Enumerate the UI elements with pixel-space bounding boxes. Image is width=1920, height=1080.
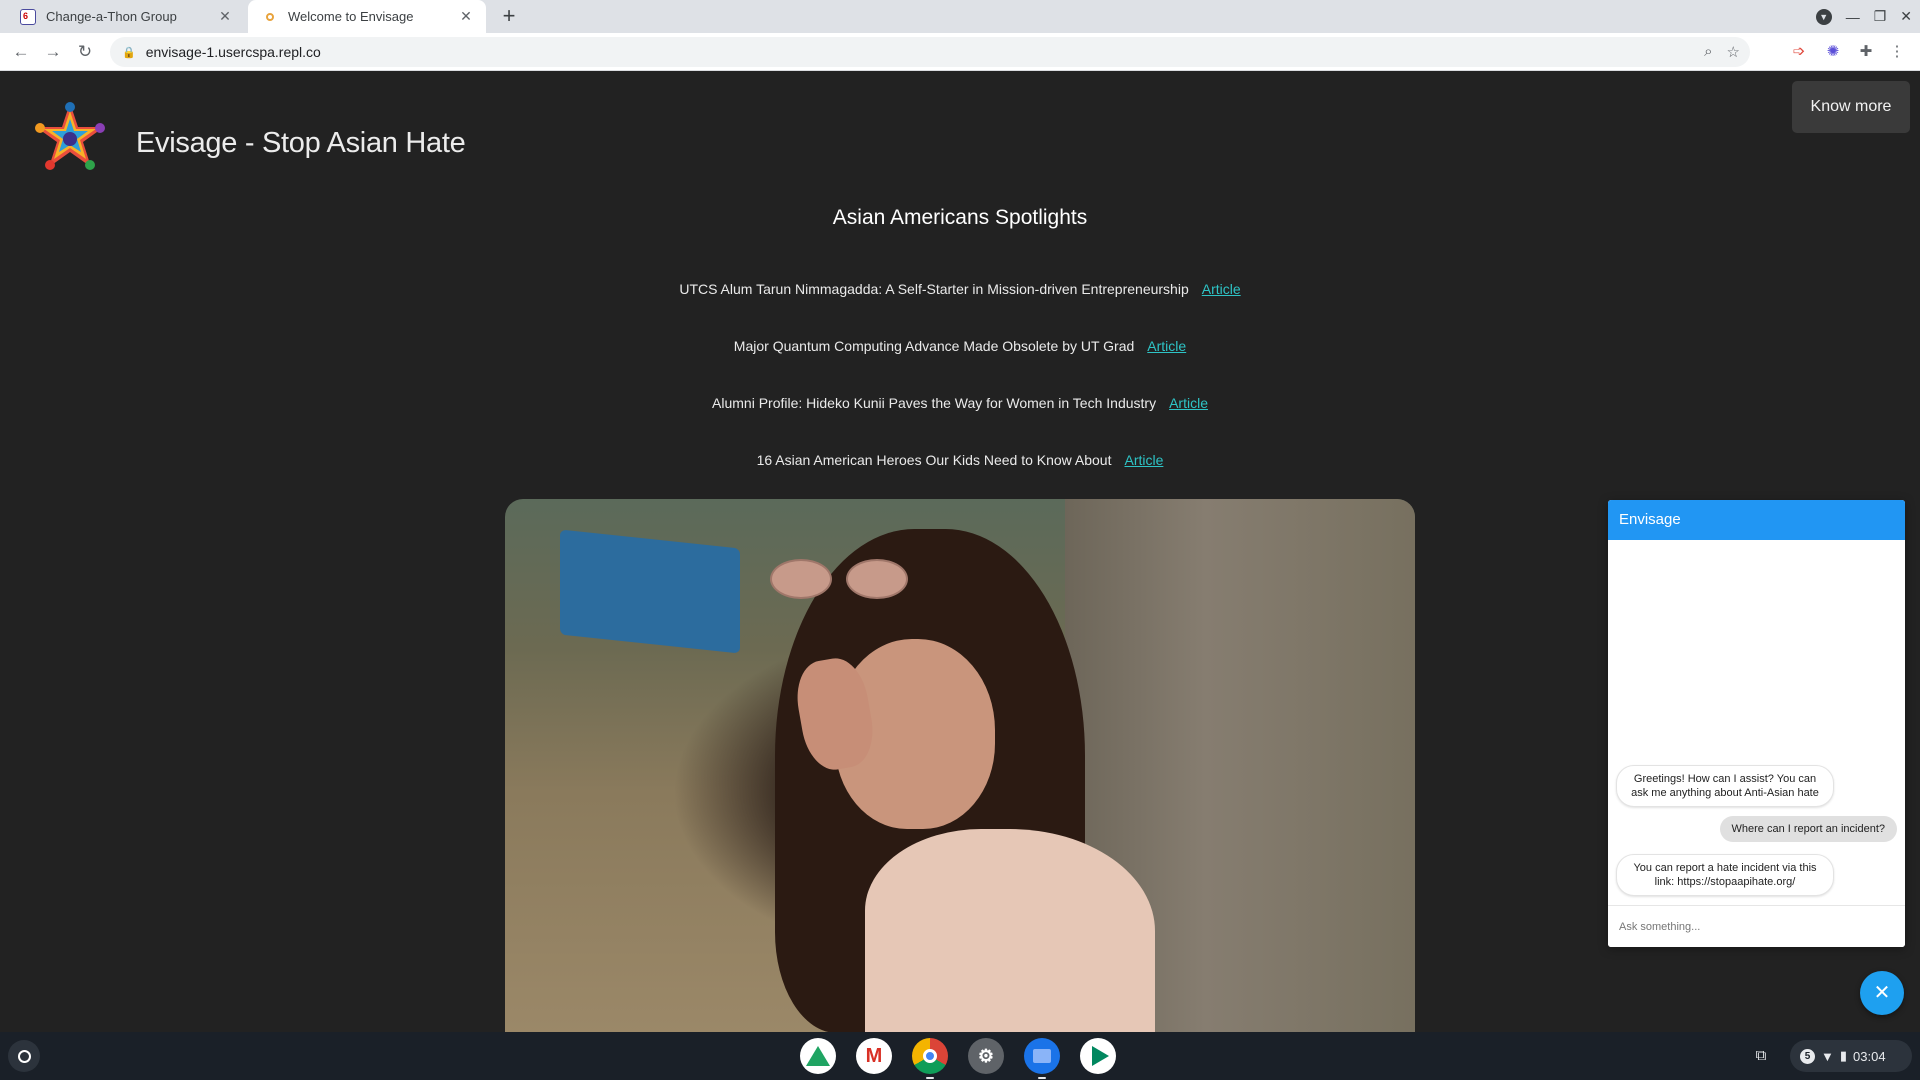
chat-input[interactable]: [1608, 905, 1905, 947]
status-tray[interactable]: 5 ▼ ▮ 03:04: [1790, 1040, 1912, 1072]
tab-title: Welcome to Envisage: [288, 9, 414, 24]
battery-icon: ▮: [1839, 1048, 1848, 1063]
drive-icon[interactable]: [800, 1038, 836, 1074]
chrome-icon[interactable]: [912, 1038, 948, 1079]
know-more-button[interactable]: Know more: [1792, 81, 1910, 133]
spotlight-title: Major Quantum Computing Advance Made Obs…: [733, 338, 1135, 354]
minimize-icon[interactable]: —: [1846, 9, 1860, 25]
restore-icon[interactable]: ❐: [1874, 8, 1887, 25]
extension-red-icon[interactable]: ➩: [1788, 41, 1810, 63]
close-tab-icon[interactable]: ✕: [213, 8, 237, 25]
spotlight-title: 16 Asian American Heroes Our Kids Need t…: [756, 452, 1112, 468]
envisage-logo: [35, 102, 105, 170]
url-text: envisage-1.usercspa.repl.co: [145, 44, 321, 60]
new-tab-button[interactable]: +: [496, 4, 522, 30]
settings-gear-icon[interactable]: ⚙: [968, 1038, 1004, 1074]
close-icon: ✕: [1873, 982, 1891, 1004]
chat-messages: Greetings! How can I assist? You can ask…: [1608, 540, 1905, 904]
lock-icon: 🔒: [122, 46, 136, 59]
list-item: UTCS Alum Tarun Nimmagadda: A Self-Start…: [0, 281, 1920, 338]
tab-title: Change-a-Thon Group: [46, 9, 177, 24]
extension-gear-icon[interactable]: ✺: [1822, 41, 1844, 63]
article-link[interactable]: Article: [1147, 338, 1186, 354]
close-window-icon[interactable]: ✕: [1900, 8, 1912, 25]
reload-icon[interactable]: ↻: [74, 41, 96, 63]
shelf-apps: M ⚙: [800, 1038, 1116, 1079]
chat-close-button[interactable]: ✕: [1860, 971, 1904, 1015]
spotlights-list: UTCS Alum Tarun Nimmagadda: A Self-Start…: [0, 281, 1920, 509]
tab-welcome-envisage[interactable]: Welcome to Envisage ✕: [248, 0, 486, 33]
spotlights-heading: Asian Americans Spotlights: [832, 206, 1088, 229]
back-icon[interactable]: ←: [10, 41, 32, 63]
article-link[interactable]: Article: [1169, 395, 1208, 411]
clock-time: 03:04: [1853, 1048, 1886, 1064]
spotlight-title: UTCS Alum Tarun Nimmagadda: A Self-Start…: [679, 281, 1189, 297]
menu-kebab-icon[interactable]: ⋮: [1886, 41, 1908, 63]
gmail-icon[interactable]: M: [856, 1038, 892, 1074]
tab-change-a-thon[interactable]: Change-a-Thon Group ✕: [0, 0, 245, 33]
chat-message-bot: Greetings! How can I assist? You can ask…: [1616, 765, 1834, 807]
calendar-icon: [20, 8, 36, 25]
extensions-puzzle-icon[interactable]: ✚: [1855, 41, 1877, 63]
chat-message-user: Where can I report an incident?: [1719, 816, 1897, 842]
launcher-icon[interactable]: [8, 1040, 40, 1072]
chat-header-title: Envisage: [1608, 500, 1905, 540]
article-link[interactable]: Article: [1124, 452, 1163, 468]
holding-space-icon[interactable]: ⧉: [1747, 1042, 1775, 1070]
wifi-icon: ▼: [1821, 1048, 1834, 1064]
bookmark-star-icon[interactable]: ☆: [1727, 43, 1740, 61]
hero-background-detail: [560, 529, 740, 654]
hero-person-shirt: [865, 829, 1155, 1032]
site-favicon-icon: [262, 9, 278, 25]
notification-count-badge: 5: [1800, 1048, 1815, 1064]
chat-widget: Envisage Greetings! How can I assist? Yo…: [1608, 500, 1905, 947]
window-controls: ▼ — ❐ ✕: [1815, 0, 1912, 33]
os-shelf: M ⚙ ⧉ 5 ▼ ▮ 03:04: [0, 1032, 1920, 1080]
close-tab-icon[interactable]: ✕: [454, 8, 478, 25]
browser-toolbar: ← → ↻ 🔒 envisage-1.usercspa.repl.co ⌕ ☆ …: [0, 33, 1920, 71]
zoom-icon[interactable]: ⌕: [1704, 43, 1712, 61]
article-link[interactable]: Article: [1202, 281, 1241, 297]
downloads-icon[interactable]: ▼: [1815, 8, 1832, 25]
tab-strip: Change-a-Thon Group ✕ Welcome to Envisag…: [0, 0, 1920, 33]
forward-icon[interactable]: →: [42, 41, 64, 63]
site-title: Evisage - Stop Asian Hate: [136, 127, 466, 159]
play-store-icon[interactable]: [1080, 1038, 1116, 1074]
list-item: Major Quantum Computing Advance Made Obs…: [0, 338, 1920, 395]
hero-image: [505, 499, 1415, 1032]
hero-sunglasses: [770, 559, 920, 599]
chat-message-bot: You can report a hate incident via this …: [1616, 854, 1834, 896]
spotlight-title: Alumni Profile: Hideko Kunii Paves the W…: [712, 395, 1157, 411]
files-icon[interactable]: [1024, 1038, 1060, 1079]
list-item: Alumni Profile: Hideko Kunii Paves the W…: [0, 395, 1920, 452]
address-bar[interactable]: 🔒 envisage-1.usercspa.repl.co ⌕ ☆: [110, 37, 1750, 67]
